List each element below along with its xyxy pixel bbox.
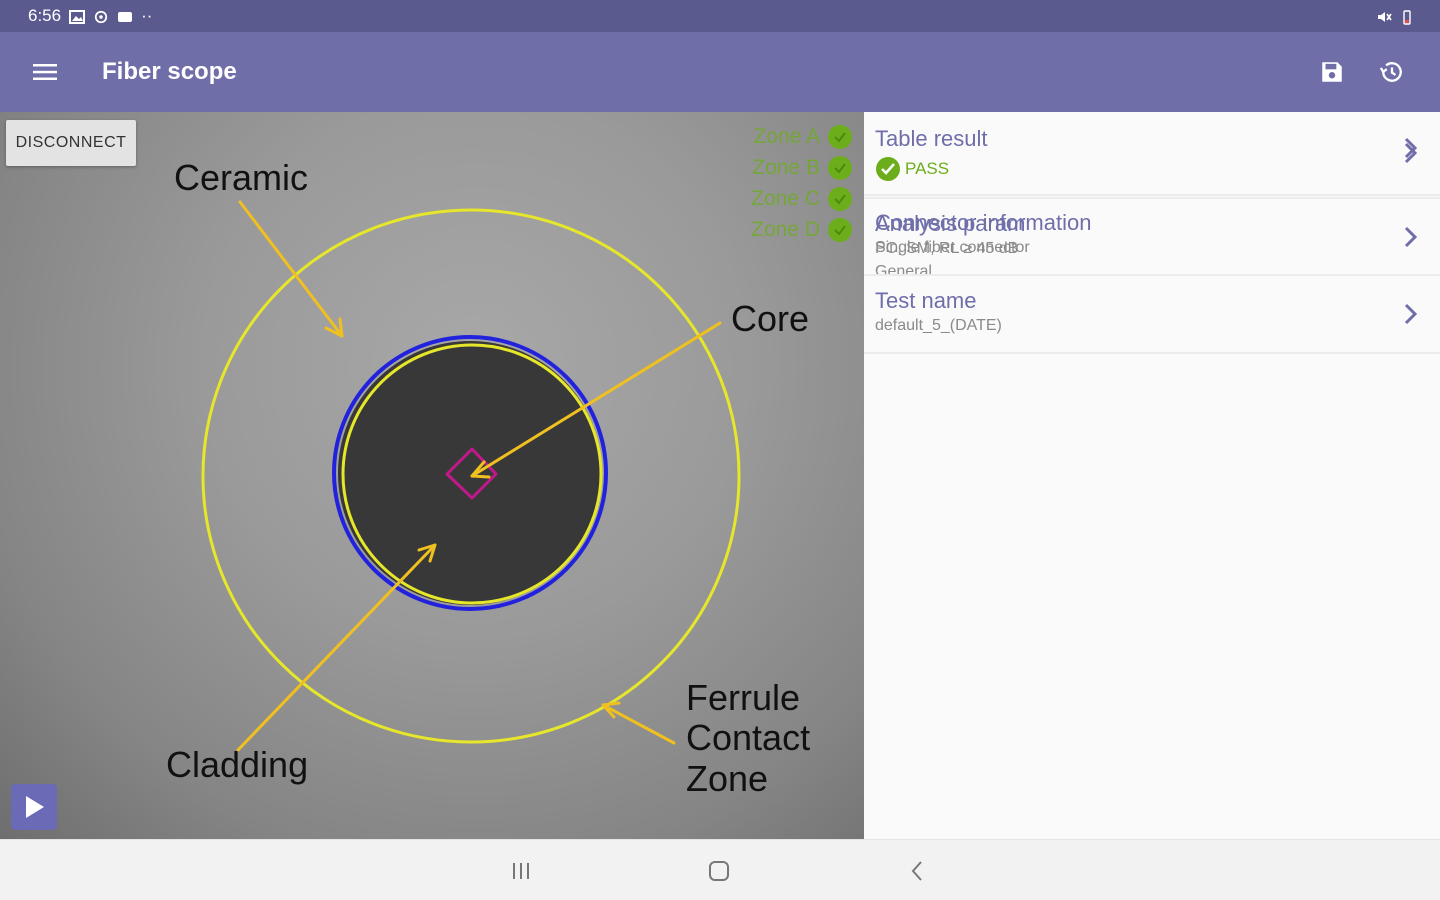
history-icon: [1379, 62, 1402, 82]
home-button[interactable]: [699, 854, 739, 888]
status-more: ··: [141, 6, 153, 25]
ferrule-annotation: Ferrule Contact Zone: [686, 677, 811, 799]
ceramic-annotation: Ceramic: [174, 157, 309, 198]
chevron-right-icon: [1404, 137, 1418, 158]
play-icon: [26, 796, 44, 818]
check-circle-icon: [828, 124, 852, 149]
zone-label: Zone A: [753, 124, 820, 148]
analysis-param-value: PC, SM, RL ≥ 45 dB: [875, 240, 1019, 257]
result-list: Table result PASS Connector information …: [864, 112, 1440, 839]
check-circle-icon: [828, 217, 852, 242]
menu-icon: [33, 64, 57, 80]
check-circle-icon: [828, 186, 852, 211]
save-button[interactable]: [1302, 42, 1362, 102]
system-nav-bar: [0, 839, 1440, 900]
zone-result-row: Zone A: [751, 124, 852, 149]
cladding-annotation: Cladding: [166, 744, 309, 785]
ferrule-line-1: Ferrule: [686, 677, 801, 718]
analysis-param-title: Analysis param: [875, 211, 1026, 236]
gallery-icon: [69, 9, 86, 24]
fiber-scope-view: DISCONNECT Zone A Zone B Zone C Zone D C…: [0, 112, 864, 839]
menu-button[interactable]: [0, 32, 90, 112]
play-button[interactable]: [11, 784, 57, 830]
app-title: Fiber scope: [102, 58, 237, 85]
home-icon: [709, 861, 729, 881]
zone-label: Zone B: [752, 155, 820, 179]
back-icon: [911, 861, 922, 881]
ferrule-line-2: Contact: [686, 717, 811, 759]
zone-result-row: Zone C: [751, 186, 852, 211]
core-annotation: Core: [731, 298, 810, 339]
test-name-item[interactable]: Test name default_5_(DATE): [864, 276, 1440, 354]
zone-label: Zone D: [751, 217, 820, 241]
analysis-param-item[interactable]: Analysis param PC, SM, RL ≥ 45 dB: [864, 199, 1440, 276]
ferrule-arrow: [601, 703, 676, 745]
chevron-right-icon: [1404, 303, 1418, 325]
zone-label: Zone C: [751, 186, 820, 210]
recent-apps-button[interactable]: [501, 854, 541, 888]
connector-info-item[interactable]: Connector information Single fiber conne…: [864, 98, 1440, 280]
zone-result-row: Zone D: [751, 217, 852, 242]
status-bar: 6:56 ··: [0, 0, 1440, 32]
chevron-right-icon: [1404, 226, 1418, 247]
zone-result-row: Zone B: [751, 155, 852, 180]
test-name-title: Test name: [875, 288, 977, 313]
save-icon: [1322, 62, 1342, 82]
history-button[interactable]: [1362, 42, 1422, 102]
check-circle-icon: [828, 155, 852, 180]
message-icon: [117, 9, 133, 23]
status-time: 6:56: [28, 6, 62, 25]
disconnect-button[interactable]: DISCONNECT: [6, 120, 136, 166]
battery-icon: [1402, 9, 1412, 25]
settings-status-icon: [93, 9, 109, 24]
recent-apps-icon: [513, 863, 529, 879]
zone-results: Zone A Zone B Zone C Zone D: [751, 124, 852, 242]
back-button[interactable]: [897, 854, 937, 888]
test-name-value: default_5_(DATE): [875, 317, 1002, 334]
ferrule-line-3: Zone: [686, 757, 769, 799]
mute-icon: [1376, 9, 1392, 23]
